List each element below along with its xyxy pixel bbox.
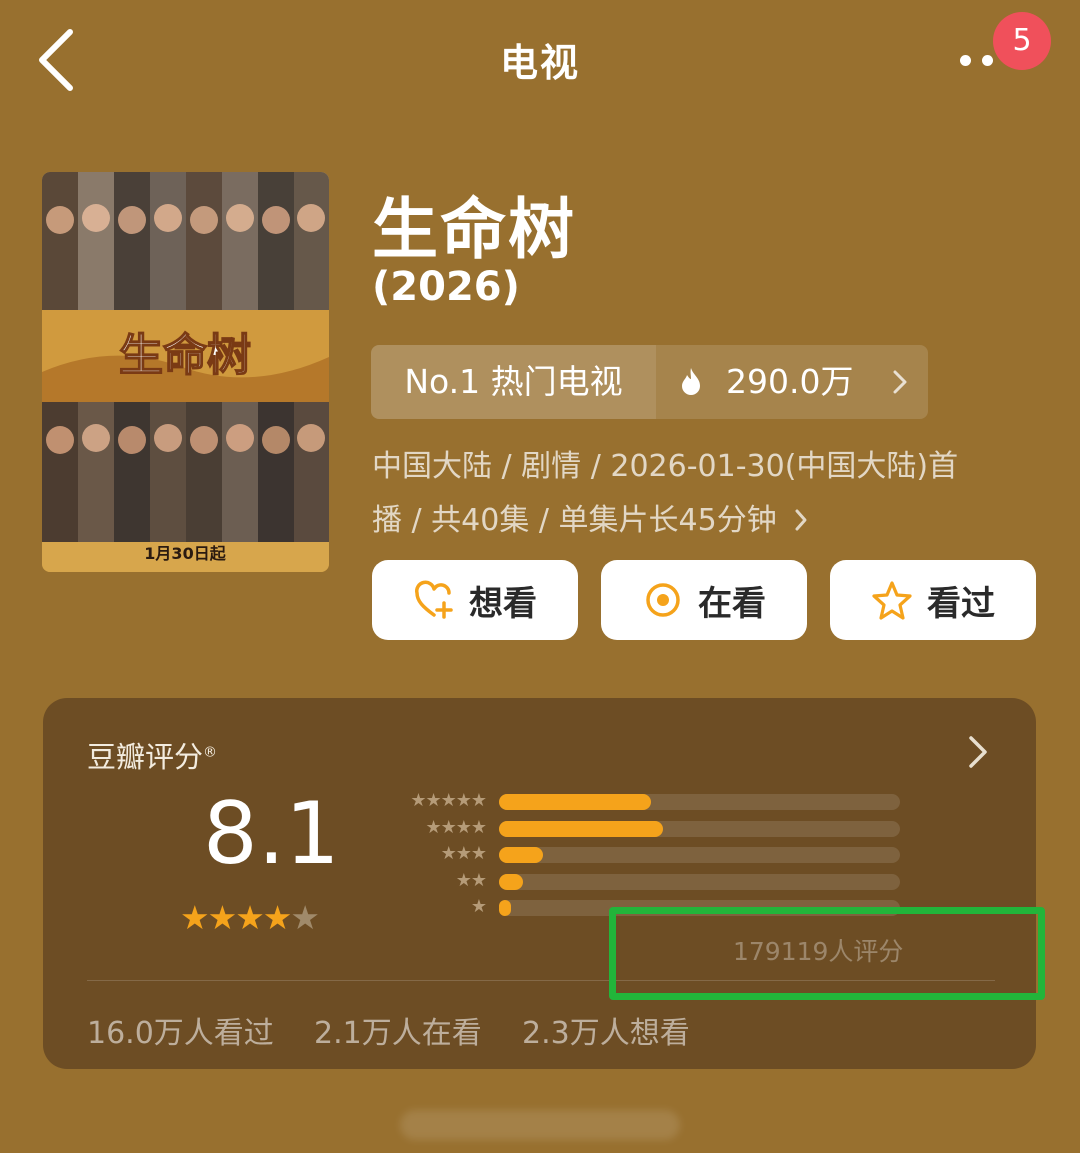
douban-rating-card[interactable]: 豆瓣评分® 8.1 ★★★★★ ★★★★★ ★★★★ ★★★ ★★ ★ 179119人评… xyxy=(43,698,1036,1069)
more-dot xyxy=(982,55,993,66)
rating-stars: ★★★★★ xyxy=(180,898,320,937)
poster-date-text: 1月30日起 xyxy=(144,544,226,563)
more-dots-icon xyxy=(960,55,971,66)
want-to-watch-label: 想看 xyxy=(469,583,537,624)
heat-section: 290.0万 xyxy=(656,345,928,419)
star-level-1-icon: ★ xyxy=(470,896,487,917)
flame-icon xyxy=(682,368,700,395)
rating-bar-3-star xyxy=(499,847,544,863)
rating-distribution: ★★★★★ ★★★★ ★★★ ★★ ★ xyxy=(386,790,906,924)
meta-line-2: 播 / 共40集 / 单集片长45分钟 xyxy=(372,503,777,538)
chevron-right-icon xyxy=(969,736,987,768)
rating-bar-2-star xyxy=(499,873,524,890)
bottom-blurred-content xyxy=(400,1110,680,1140)
meta-line-2-row: 播 / 共40集 / 单集片长45分钟 xyxy=(372,494,1012,548)
rating-title-text: 豆瓣评分 xyxy=(87,740,204,774)
watching-count: 2.1万人在看 xyxy=(314,1016,482,1051)
heat-value: 290.0万 xyxy=(726,362,854,401)
show-year: (2026) xyxy=(372,264,520,310)
watched-count: 16.0万人看过 xyxy=(87,1016,274,1051)
star-filled-icon: ★ xyxy=(262,898,293,937)
rank-label: No.1 热门电视 xyxy=(371,345,656,419)
watched-button[interactable]: 看过 xyxy=(830,560,1036,640)
notification-badge: 5 xyxy=(993,12,1051,70)
highlight-box xyxy=(609,907,1045,1000)
star-level-5-icon: ★★★★★ xyxy=(410,790,487,811)
star-empty-icon: ★ xyxy=(290,898,320,937)
watched-label: 看过 xyxy=(927,583,995,624)
chevron-right-icon xyxy=(795,509,807,531)
poster-title-art: 生命树 xyxy=(119,330,251,381)
rating-bar-track xyxy=(499,794,900,810)
rating-bar-track xyxy=(499,873,900,890)
registered-mark: ® xyxy=(203,744,218,761)
star-filled-icon: ★ xyxy=(235,898,265,937)
star-level-4-icon: ★★★★ xyxy=(425,816,487,838)
show-title: 生命树 xyxy=(372,191,576,268)
ranking-banner[interactable]: No.1 热门电视 290.0万 xyxy=(371,345,928,419)
rating-bar-track xyxy=(499,847,900,863)
wish-count: 2.3万人想看 xyxy=(522,1016,690,1051)
chevron-right-icon xyxy=(893,370,907,394)
poster-art: 生命树 1月30日起 xyxy=(42,172,329,572)
rating-bar-4-star xyxy=(499,820,664,837)
want-to-watch-button[interactable]: 想看 xyxy=(372,560,578,640)
heart-plus-icon xyxy=(415,580,453,619)
rating-title: 豆瓣评分® xyxy=(87,734,217,776)
meta-line-1: 中国大陆 / 剧情 / 2026-01-30(中国大陆)首 xyxy=(372,449,959,484)
rating-score: 8.1 xyxy=(203,784,340,884)
star-filled-icon: ★ xyxy=(180,898,210,937)
show-meta-info[interactable]: 中国大陆 / 剧情 / 2026-01-30(中国大陆)首 播 / 共40集 /… xyxy=(372,440,1012,548)
rating-bar-1-star xyxy=(499,900,512,916)
poster-image[interactable]: 生命树 1月30日起 xyxy=(42,172,329,572)
target-circle-icon xyxy=(646,583,680,617)
star-level-2-icon: ★★ xyxy=(455,869,487,891)
rating-bar-track xyxy=(499,820,900,837)
watching-button[interactable]: 在看 xyxy=(601,560,807,640)
watching-label: 在看 xyxy=(698,583,766,624)
star-outline-icon xyxy=(872,581,912,620)
rating-bar-5-star xyxy=(499,794,652,810)
star-filled-icon: ★ xyxy=(207,898,238,937)
star-level-3-icon: ★★★ xyxy=(440,843,487,864)
rating-detail-arrow[interactable] xyxy=(963,732,993,772)
page-title: 电视 xyxy=(499,41,580,85)
